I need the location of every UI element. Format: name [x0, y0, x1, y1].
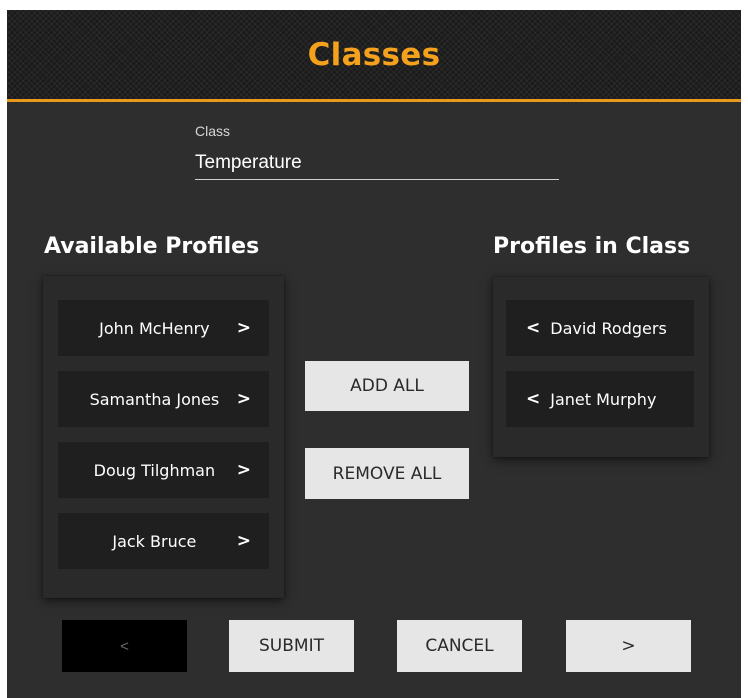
class-profile-item[interactable]: < David Rodgers — [506, 300, 694, 356]
class-profile-item[interactable]: < Janet Murphy — [506, 371, 694, 427]
profile-name: David Rodgers — [550, 318, 667, 338]
cancel-button[interactable]: CANCEL — [397, 620, 522, 672]
chevron-right-icon: > — [236, 318, 251, 338]
profile-name: Jack Bruce — [112, 531, 197, 551]
available-profile-item[interactable]: Samantha Jones > — [58, 371, 269, 427]
profiles-in-class-heading: Profiles in Class — [493, 234, 691, 259]
available-profiles-heading: Available Profiles — [44, 234, 260, 259]
profile-name: John McHenry — [99, 318, 210, 338]
class-field-label: Class — [195, 123, 231, 139]
add-all-button[interactable]: ADD ALL — [305, 361, 469, 411]
chevron-right-icon: > — [236, 460, 251, 480]
next-button[interactable]: > — [566, 620, 691, 672]
profile-name: Janet Murphy — [550, 389, 657, 409]
title-bar: Classes — [7, 10, 741, 102]
previous-button[interactable]: < — [62, 620, 187, 672]
profile-name: Doug Tilghman — [93, 460, 216, 480]
page-title: Classes — [307, 36, 441, 73]
remove-all-button[interactable]: REMOVE ALL — [305, 448, 469, 499]
submit-button[interactable]: SUBMIT — [229, 620, 354, 672]
available-profile-item[interactable]: Jack Bruce > — [58, 513, 269, 569]
chevron-left-icon: < — [526, 318, 541, 338]
class-name-field[interactable]: Temperature — [195, 148, 559, 180]
chevron-right-icon: > — [236, 389, 251, 409]
profile-name: Samantha Jones — [89, 389, 220, 409]
chevron-right-icon: > — [236, 531, 251, 551]
available-profile-item[interactable]: Doug Tilghman > — [58, 442, 269, 498]
chevron-left-icon: < — [526, 389, 541, 409]
available-profile-item[interactable]: John McHenry > — [58, 300, 269, 356]
